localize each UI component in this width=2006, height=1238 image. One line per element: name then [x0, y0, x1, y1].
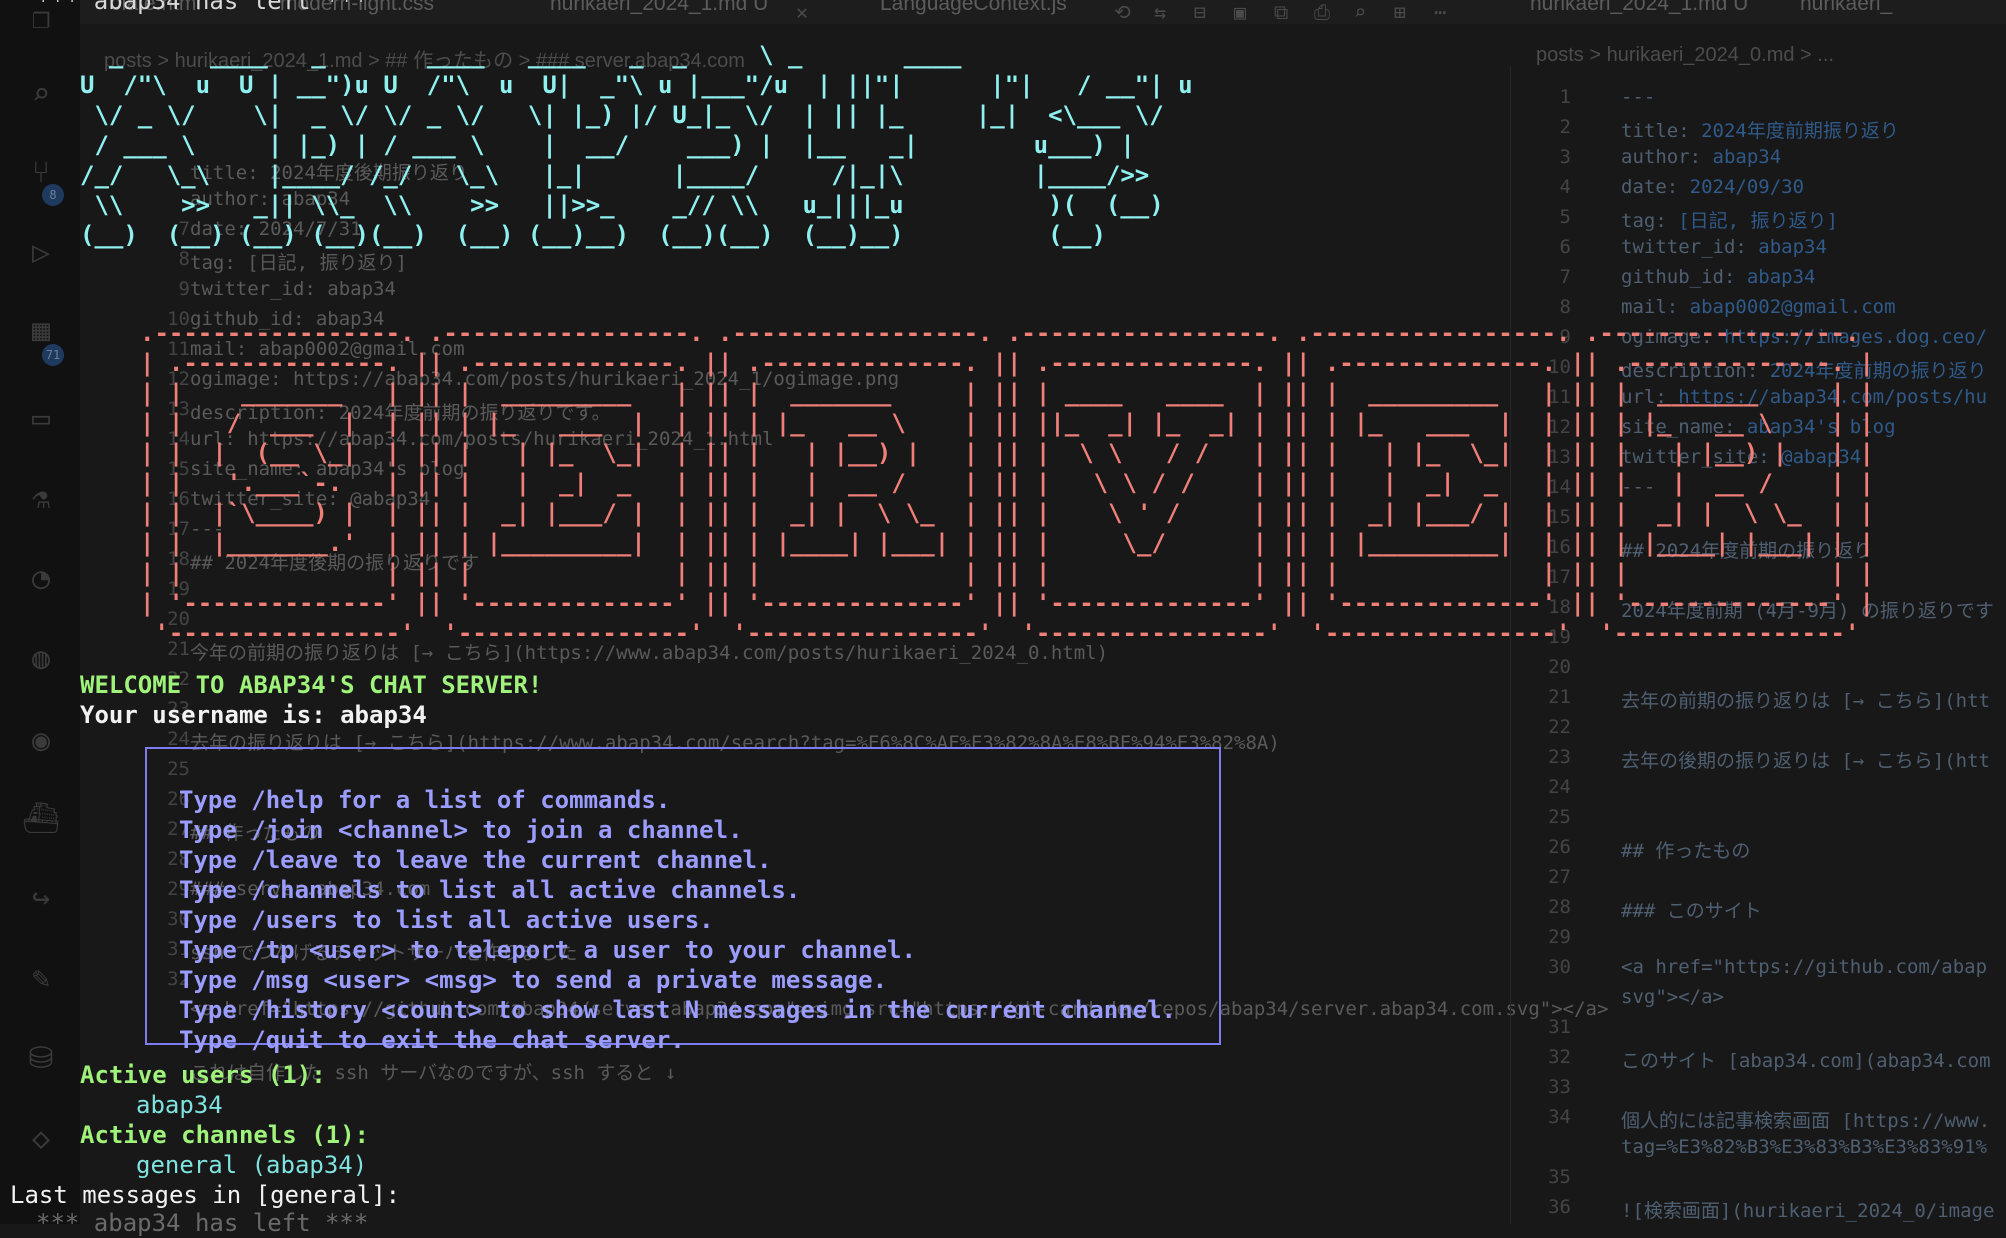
help-line: Type /quit to exit the chat server.	[179, 1026, 685, 1054]
username-value: abap34	[340, 701, 427, 729]
bottom-notice: *** abap34 has left ***	[36, 1209, 369, 1237]
help-line: Type /tp <user> to teleport a user to yo…	[179, 936, 916, 964]
help-line: Type /history <count> to show last N mes…	[179, 996, 1176, 1024]
help-line: Type /leave to leave the current channel…	[179, 846, 772, 874]
help-line: Type /help for a list of commands.	[179, 786, 671, 814]
help-line: Type /channels to list all active channe…	[179, 876, 801, 904]
last-messages-label: Last messages in [general]:	[10, 1181, 401, 1209]
active-channels-label: Active channels (1):	[80, 1121, 369, 1149]
ascii-banner-server: .-----------------. .-----------------. …	[140, 319, 1874, 647]
help-box: Type /help for a list of commands. Type …	[145, 747, 1221, 1054]
terminal-overlay: *** abap34 has left *** _ ____ _ ____ __…	[0, 0, 2006, 1237]
username-line: Your username is: abap34	[80, 700, 427, 730]
help-line: Type /msg <user> <msg> to send a private…	[179, 966, 888, 994]
active-channel-item: general (abap34)	[136, 1151, 368, 1179]
help-line: Type /join <channel> to join a channel.	[179, 816, 743, 844]
ascii-banner-abap34: _ ____ _ ____ ____ _ _ \ _ ____ U /"\ u …	[80, 41, 1193, 249]
help-line: Type /users to list all active users.	[179, 906, 714, 934]
username-label: Your username is:	[80, 701, 341, 729]
welcome-message: WELCOME TO ABAP34'S CHAT SERVER!	[80, 671, 543, 699]
active-users-label: Active users (1):	[80, 1061, 326, 1089]
top-left-notice: *** abap34 has left ***	[36, 0, 369, 15]
active-user-item: abap34	[136, 1091, 223, 1119]
